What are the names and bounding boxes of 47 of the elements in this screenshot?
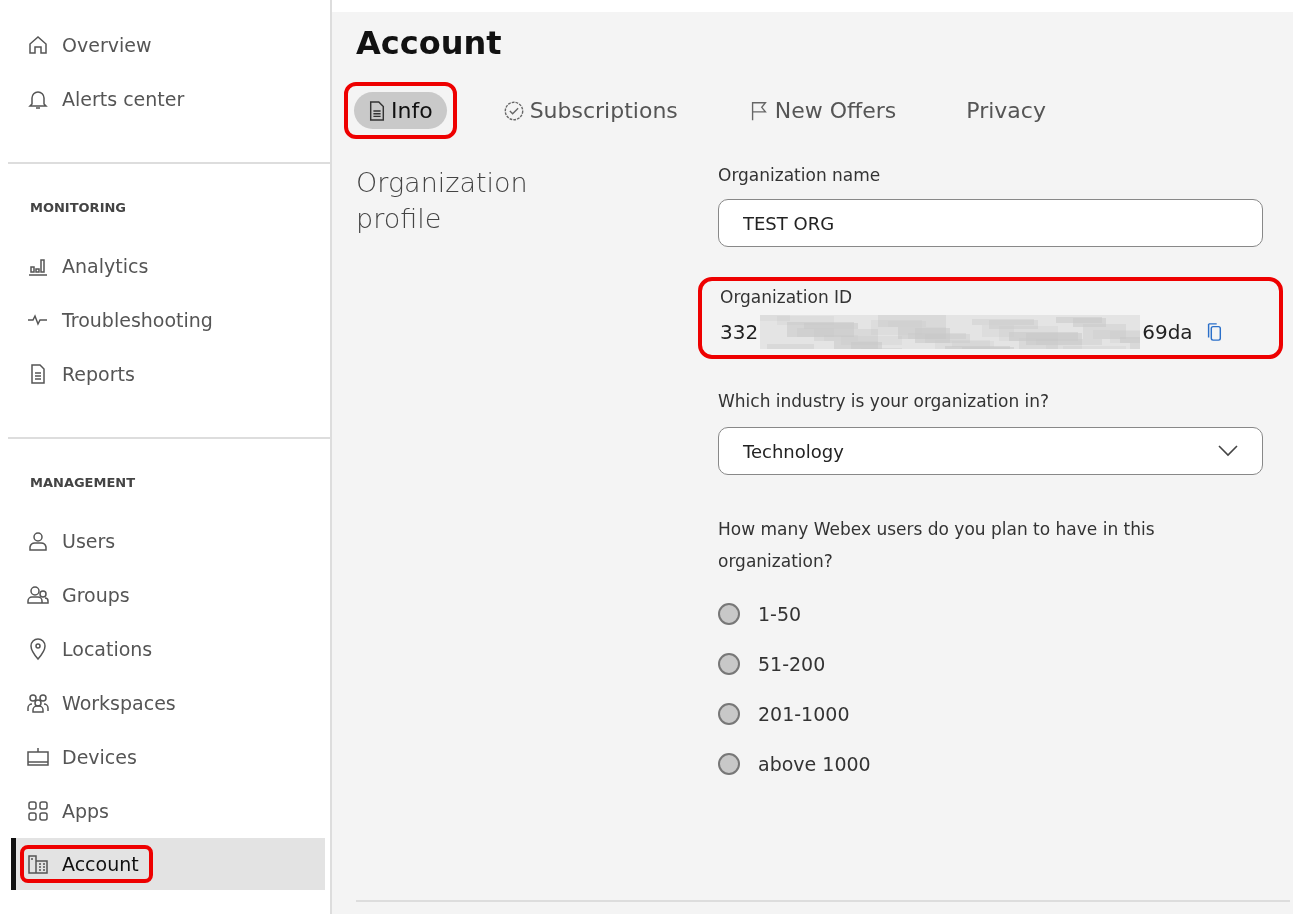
monitor-icon (26, 745, 50, 769)
section-heading: MONITORING (29, 200, 128, 215)
nav-item[interactable]: Account (14, 838, 325, 890)
field-label: Which industry is your organization in? (718, 391, 1051, 411)
question-text: How many Webex users do you plan to have in this organization? (718, 518, 1156, 573)
nav-item[interactable]: Workspaces (14, 676, 325, 730)
id-value-start: 332 (720, 320, 759, 344)
option-label: 51-200 (758, 653, 826, 675)
radio-button[interactable] (718, 753, 740, 775)
option-label: above 1000 (758, 753, 871, 775)
nav-item[interactable]: Apps (14, 784, 325, 838)
nav-item[interactable]: Analytics (14, 239, 325, 293)
industry-dropdown[interactable]: Technology (718, 427, 1263, 475)
tab[interactable]: New Offers (733, 92, 911, 129)
people-icon (26, 691, 50, 715)
radio-button[interactable] (718, 653, 740, 675)
section-heading: MANAGEMENT (29, 475, 137, 490)
user-icon (26, 529, 50, 553)
page-title: Account (356, 24, 503, 62)
apps-icon (26, 799, 50, 823)
radio-button[interactable] (718, 603, 740, 625)
nav-item[interactable]: Reports (14, 347, 325, 401)
tab[interactable]: Privacy (952, 92, 1060, 129)
name-field[interactable]: TEST ORG (718, 199, 1263, 247)
tab[interactable]: Info (354, 92, 447, 129)
building-icon (26, 852, 50, 876)
tab[interactable]: Subscriptions (488, 92, 692, 129)
nav-item[interactable]: Alerts center (14, 72, 325, 126)
nav-item[interactable]: Locations (14, 622, 325, 676)
nav-item[interactable]: Troubleshooting (14, 293, 325, 347)
radio-button[interactable] (718, 703, 740, 725)
document-icon (368, 99, 386, 122)
nav-item[interactable]: Groups (14, 568, 325, 622)
id-value-end: 69da (1142, 320, 1193, 344)
highlight-frame: Account (20, 845, 153, 883)
option-label: 1-50 (758, 603, 802, 625)
check-badge-icon (502, 99, 525, 122)
nav-item[interactable]: Overview (14, 18, 325, 72)
section-title: Organization profile (356, 166, 529, 237)
nav-item[interactable]: Users (14, 514, 325, 568)
group-icon (26, 583, 50, 607)
option-label: 201-1000 (758, 703, 850, 725)
field-label: Organization ID (720, 287, 854, 307)
home-icon (26, 33, 50, 57)
nav-item[interactable]: Devices (14, 730, 325, 784)
field-label: Organization name (718, 165, 882, 185)
chevron-down-icon (1218, 445, 1238, 457)
